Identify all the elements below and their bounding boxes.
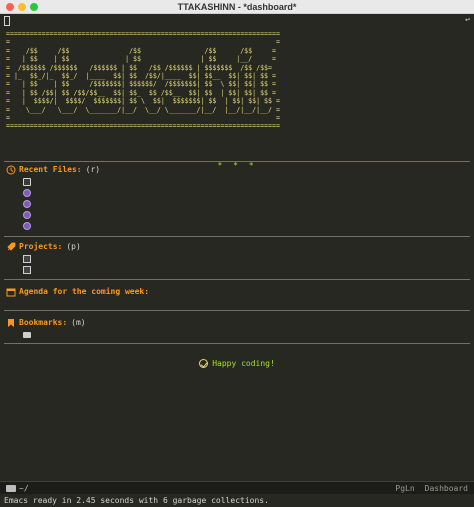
window-title: TTAKASHINN - *dashboard* xyxy=(177,2,297,12)
modeline-major-mode[interactable]: Dashboard xyxy=(425,484,468,493)
recent-files-shortcut: (r) xyxy=(85,165,101,174)
bookmarks-shortcut: (m) xyxy=(71,318,86,327)
footer-text: Happy coding! xyxy=(212,359,275,368)
divider xyxy=(4,236,470,237)
text-cursor xyxy=(4,16,10,26)
divider xyxy=(4,279,470,280)
bookmarks-heading[interactable]: Bookmarks: (m) xyxy=(6,317,86,328)
footer-message: Happy coding! xyxy=(0,359,474,368)
project-icon[interactable] xyxy=(23,266,31,274)
projects-section: Projects: (p) xyxy=(6,241,81,274)
mode-line: ~/ PgLn Dashboard xyxy=(0,481,474,494)
recent-files-section: Recent Files: (r) xyxy=(6,164,100,230)
divider xyxy=(4,343,470,344)
divider xyxy=(4,161,470,162)
history-icon xyxy=(6,165,16,174)
echo-area[interactable]: Emacs ready in 2.45 seconds with 6 garba… xyxy=(0,494,474,507)
calendar-icon xyxy=(6,288,16,296)
projects-title: Projects: xyxy=(19,242,63,251)
bookmarks-title: Bookmarks: xyxy=(19,318,68,327)
emacs-file-icon[interactable] xyxy=(23,211,31,219)
window-titlebar: TTAKASHINN - *dashboard* xyxy=(0,0,474,14)
modeline-path: ~/ xyxy=(19,483,29,493)
banner-art: ========================================… xyxy=(6,30,280,131)
rocket-icon xyxy=(7,242,16,251)
project-icon[interactable] xyxy=(23,255,31,263)
file-icon[interactable] xyxy=(23,178,31,186)
folder-icon[interactable] xyxy=(23,332,31,338)
recent-files-heading[interactable]: Recent Files: (r) xyxy=(6,164,100,175)
emacs-file-icon[interactable] xyxy=(23,200,31,208)
folder-icon xyxy=(6,484,16,492)
line-continuation-icon: ↩ xyxy=(465,15,470,24)
agenda-title: Agenda for the coming week: xyxy=(19,287,150,296)
projects-shortcut: (p) xyxy=(66,242,81,251)
recent-files-title: Recent Files: xyxy=(19,165,82,174)
projects-heading[interactable]: Projects: (p) xyxy=(6,241,81,252)
emacs-file-icon[interactable] xyxy=(23,222,31,230)
ascii-banner: ========================================… xyxy=(6,30,468,170)
emacs-frame[interactable]: ↩ ======================================… xyxy=(0,14,474,507)
check-circle-icon xyxy=(199,359,209,368)
agenda-heading[interactable]: Agenda for the coming week: xyxy=(6,286,149,297)
bookmarks-section: Bookmarks: (m) xyxy=(6,317,86,338)
bookmark-icon xyxy=(8,318,14,327)
agenda-section: Agenda for the coming week: xyxy=(6,286,149,297)
divider xyxy=(4,310,470,311)
modeline-position: PgLn xyxy=(395,483,415,493)
emacs-file-icon[interactable] xyxy=(23,189,31,197)
